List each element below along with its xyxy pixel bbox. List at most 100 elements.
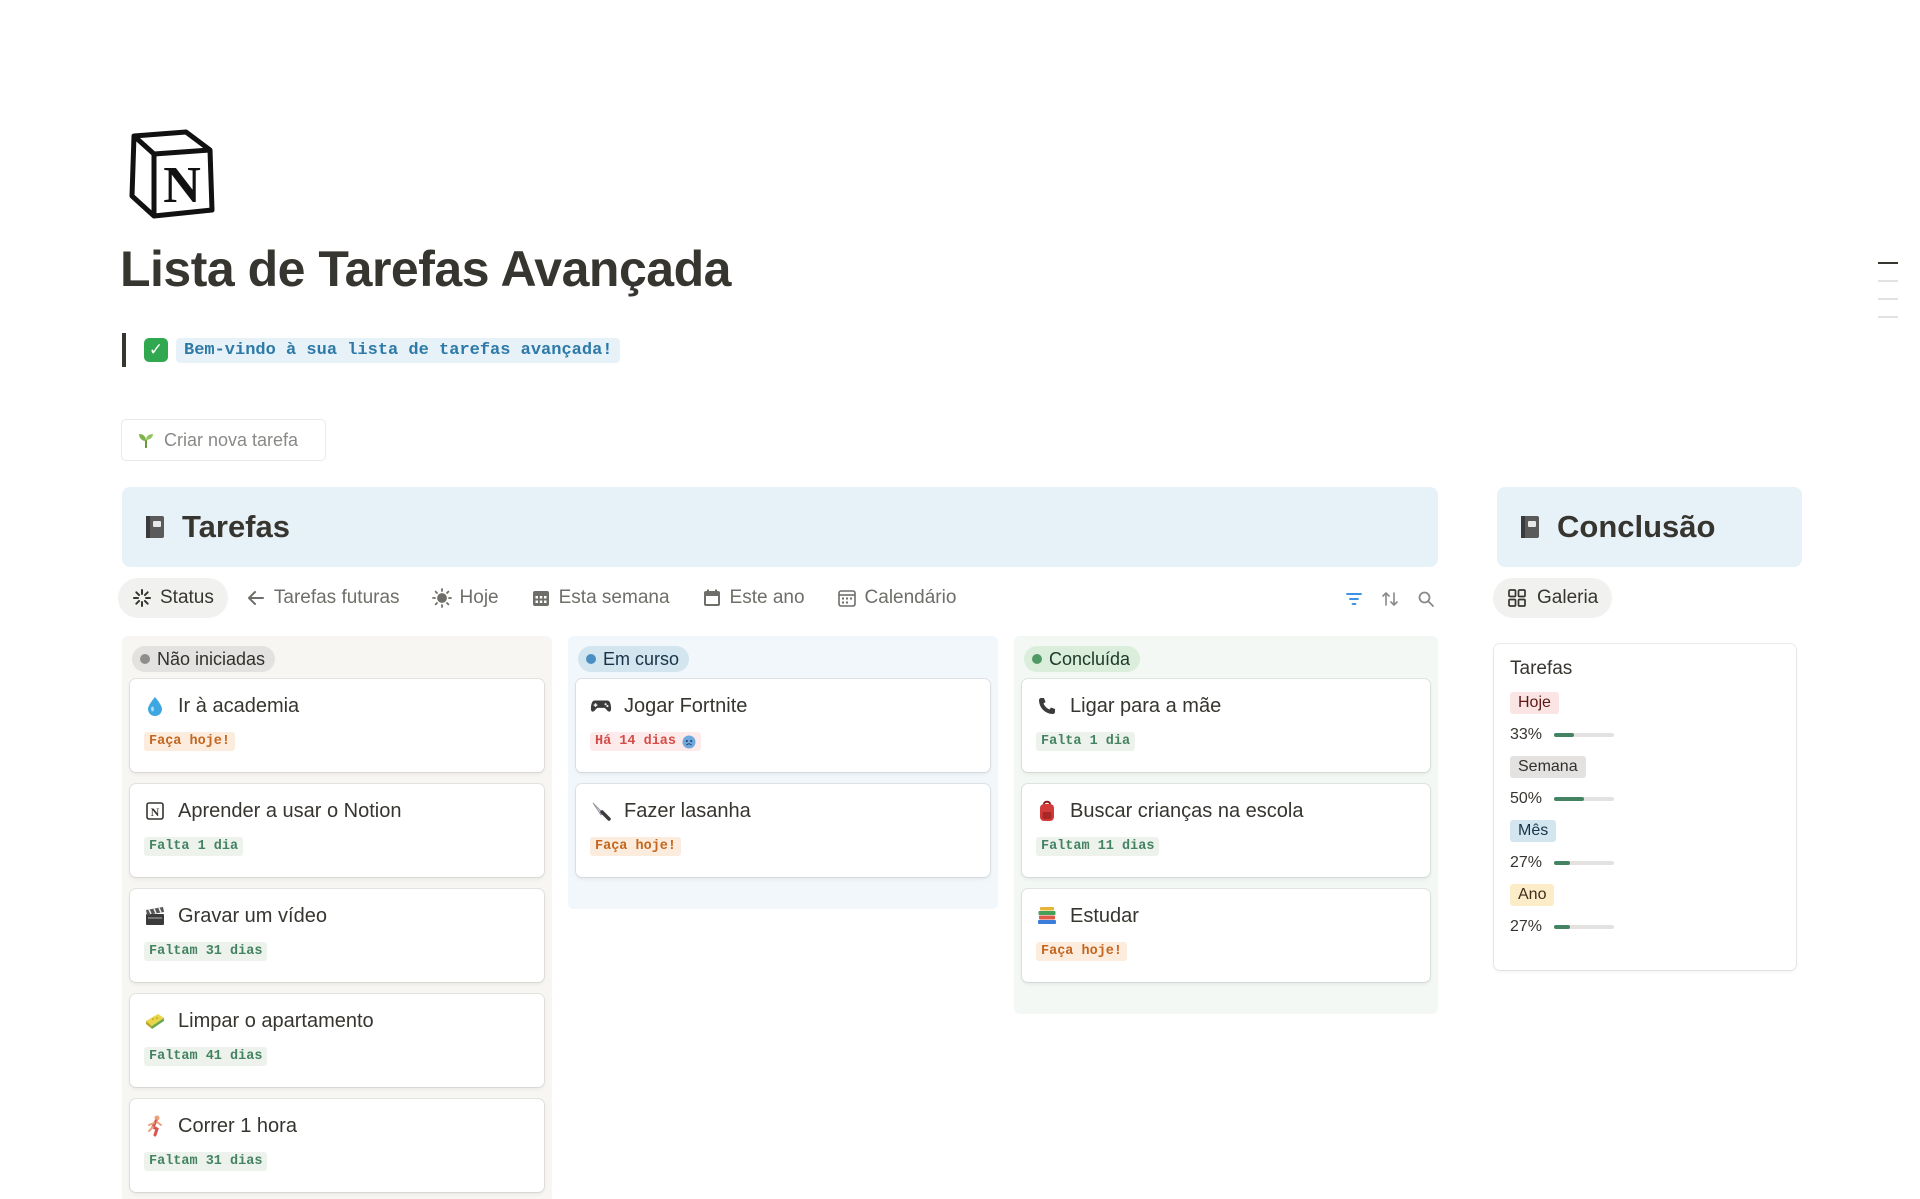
toc-line[interactable] [1878, 298, 1898, 300]
column-status-label[interactable]: Não iniciadas [132, 646, 276, 672]
backpack-icon [1036, 800, 1058, 822]
due-tag: Faltam 31 dias [144, 942, 268, 961]
tab-this-week[interactable]: Esta semana [517, 578, 684, 618]
seedling-icon [136, 430, 156, 450]
completion-gallery-card[interactable]: Tarefas Hoje 33% Semana 50% Mês 27% Ano 27% [1494, 644, 1796, 970]
due-tag: Falta 1 dia [1036, 732, 1136, 751]
calendar-grid-icon [531, 588, 551, 608]
worried-face-icon [682, 735, 696, 749]
page-title: Lista de Tarefas Avançada [120, 241, 731, 297]
progress-row: 27% [1510, 916, 1780, 938]
knife-icon [590, 800, 612, 822]
column-status-label[interactable]: Em curso [578, 646, 690, 672]
filter-icon[interactable] [1336, 586, 1372, 612]
books-icon [1036, 905, 1058, 927]
sun-icon [431, 588, 452, 608]
progress-bar-fill [1554, 861, 1571, 865]
task-title: Buscar crianças na escola [1070, 799, 1304, 822]
due-tag: Faltam 11 dias [1036, 837, 1160, 856]
tab-this-year[interactable]: Este ano [688, 578, 819, 618]
tab-label: Tarefas futuras [273, 587, 400, 608]
tab-status[interactable]: Status [118, 578, 228, 618]
tasks-db-header: Tarefas [122, 487, 1438, 567]
arrow-left-icon [246, 588, 266, 608]
column-label-text: Não iniciadas [157, 648, 266, 669]
task-card[interactable]: Buscar crianças na escola Faltam 11 dias [1022, 784, 1430, 877]
period-badge: Hoje [1510, 692, 1559, 714]
svg-text:N: N [151, 805, 160, 819]
create-task-label: Criar nova tarefa [164, 429, 299, 450]
task-card[interactable]: Limpar o apartamento Faltam 41 dias [130, 994, 544, 1087]
toc-line[interactable] [1878, 262, 1898, 264]
percent-text: 27% [1510, 918, 1543, 935]
toc-line[interactable] [1878, 280, 1898, 282]
tab-label: Status [160, 587, 214, 608]
notion-icon: N [144, 800, 166, 822]
progress-bar-fill [1554, 733, 1574, 737]
tab-label: Este ano [729, 587, 805, 608]
board-column-done: Concluída Ligar para a mãe Falta 1 dia B… [1014, 636, 1438, 1014]
table-of-contents[interactable] [1878, 262, 1898, 334]
task-title: Aprender a usar o Notion [178, 799, 402, 822]
tab-today[interactable]: Hoje [418, 578, 513, 618]
due-tag: Há 14 dias [590, 732, 702, 751]
board-column-not-started: Não iniciadas Ir à academia Faça hoje! N… [122, 636, 552, 1199]
task-card[interactable]: N Aprender a usar o Notion Falta 1 dia [130, 784, 544, 877]
task-card[interactable]: Gravar um vídeo Faltam 31 dias [130, 889, 544, 982]
progress-row: 27% [1510, 852, 1780, 874]
gallery-card-title: Tarefas [1510, 658, 1573, 679]
percent-text: 50% [1510, 790, 1543, 807]
task-title: Jogar Fortnite [624, 694, 748, 717]
progress-bar-fill [1554, 797, 1584, 801]
period-badge: Semana [1510, 756, 1586, 778]
game-controller-icon [590, 695, 612, 717]
calendar-icon [702, 588, 722, 608]
task-card[interactable]: Jogar Fortnite Há 14 dias [576, 679, 990, 772]
conclusion-db-header: Conclusão [1497, 487, 1802, 567]
task-title: Gravar um vídeo [178, 904, 327, 927]
tab-label: Hoje [459, 587, 499, 608]
task-title: Fazer lasanha [624, 799, 751, 822]
sponge-icon [144, 1010, 166, 1032]
task-card[interactable]: Ligar para a mãe Falta 1 dia [1022, 679, 1430, 772]
view-tabs: Status Tarefas futuras Hoje Esta semana … [118, 578, 974, 618]
welcome-text: Bem-vindo à sua lista de tarefas avançad… [176, 337, 621, 363]
due-tag-text: Há 14 dias [595, 734, 677, 749]
progress-row: 33% [1510, 724, 1780, 746]
search-icon[interactable] [1408, 586, 1444, 612]
svg-text:N: N [163, 157, 201, 214]
task-card[interactable]: Correr 1 hora Faltam 31 dias [130, 1099, 544, 1192]
sort-icon[interactable] [1372, 586, 1408, 612]
task-title: Estudar [1070, 904, 1139, 927]
progress-bar-fill [1554, 925, 1571, 929]
db-toolbar [1336, 586, 1444, 612]
conclusion-db-title[interactable]: Conclusão [1557, 509, 1715, 545]
calendar-month-icon [837, 588, 857, 608]
notebook-icon [1519, 514, 1541, 540]
task-title: Ligar para a mãe [1070, 694, 1222, 717]
droplet-icon [144, 695, 166, 717]
tasks-db-title[interactable]: Tarefas [182, 509, 290, 545]
percent-text: 33% [1510, 726, 1543, 743]
column-status-label[interactable]: Concluída [1024, 646, 1141, 672]
notebook-icon [144, 514, 166, 540]
task-card[interactable]: Ir à academia Faça hoje! [130, 679, 544, 772]
toc-line[interactable] [1878, 316, 1898, 318]
board-column-in-progress: Em curso Jogar Fortnite Há 14 dias Fazer… [568, 636, 998, 909]
tab-calendar[interactable]: Calendário [823, 578, 971, 618]
percent-text: 27% [1510, 854, 1543, 871]
create-task-button[interactable]: Criar nova tarefa [121, 419, 326, 461]
task-card[interactable]: Estudar Faça hoje! [1022, 889, 1430, 982]
task-card[interactable]: Fazer lasanha Faça hoje! [576, 784, 990, 877]
tab-future-tasks[interactable]: Tarefas futuras [232, 578, 414, 618]
task-title: Ir à academia [178, 694, 300, 717]
task-title: Limpar o apartamento [178, 1009, 374, 1032]
notion-logo-icon: N [124, 124, 224, 224]
welcome-quote: ✓ Bem-vindo à sua lista de tarefas avanç… [122, 333, 621, 367]
tab-label: Esta semana [558, 587, 670, 608]
period-badge: Ano [1510, 884, 1555, 906]
runner-icon [144, 1115, 166, 1137]
tab-gallery[interactable]: Galeria [1493, 578, 1613, 618]
gallery-grid-icon [1507, 588, 1527, 608]
progress-bar [1554, 733, 1614, 737]
